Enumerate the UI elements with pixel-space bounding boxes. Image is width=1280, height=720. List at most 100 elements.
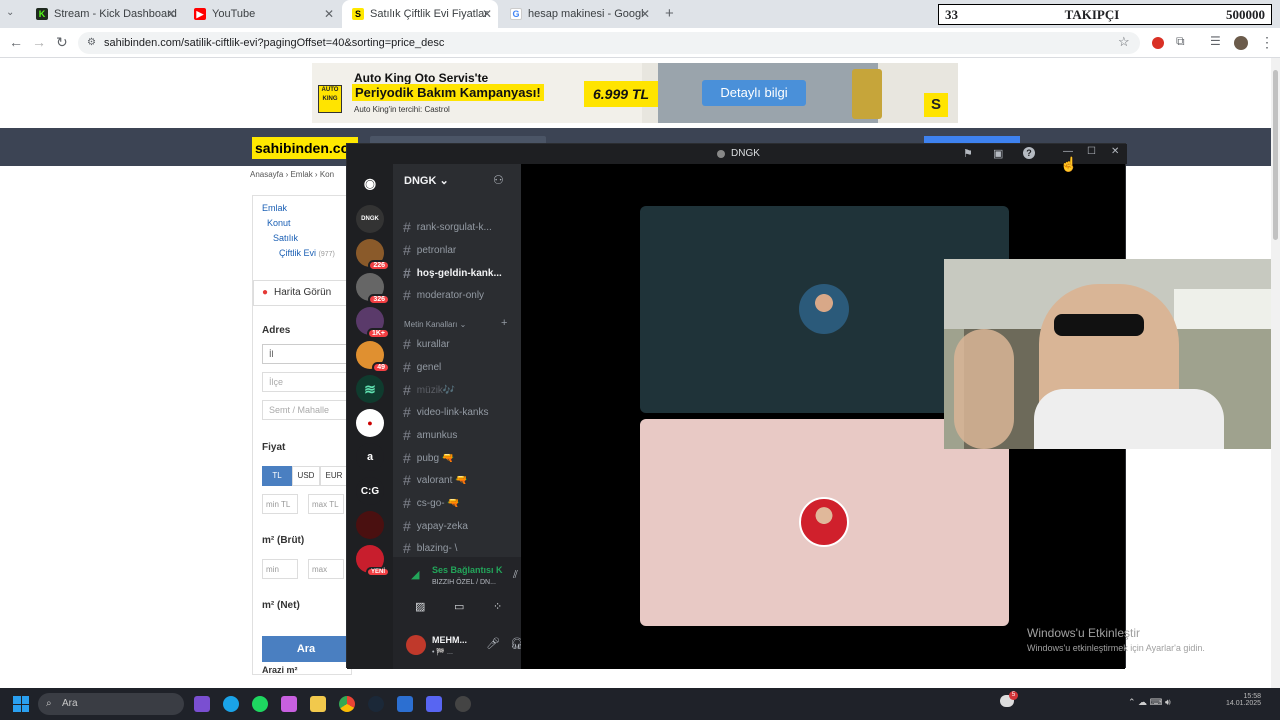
menu-kebab-icon[interactable]: ⋮ — [1260, 34, 1274, 51]
spotify-icon[interactable] — [252, 696, 268, 712]
app-icon[interactable] — [281, 696, 297, 712]
participant-tile[interactable] — [640, 419, 1009, 626]
channel-item[interactable]: # valorant 🔫 — [403, 472, 468, 488]
currency-eur[interactable]: EUR — [320, 466, 348, 486]
server-cg[interactable]: C:G — [356, 477, 384, 505]
add-member-icon[interactable]: ⚇ — [493, 173, 504, 187]
app-icon[interactable] — [397, 696, 413, 712]
clock[interactable]: 15:58 14.01.2025 — [1226, 693, 1261, 707]
category-emlak[interactable]: Emlak — [262, 203, 287, 213]
taskbar-search[interactable]: ⌕ Ara — [38, 693, 184, 715]
channel-item[interactable]: # petronlar — [403, 242, 456, 258]
category-text-channels[interactable]: Metin Kanalları ⌄ — [404, 320, 466, 329]
close-icon[interactable]: ✕ — [166, 7, 176, 21]
channel-item[interactable]: # amunkus — [403, 427, 457, 443]
profile-avatar[interactable] — [1234, 36, 1248, 50]
screen-share-icon[interactable]: ▭ — [454, 600, 464, 613]
channel-item[interactable]: # cs-go- 🔫 — [403, 495, 460, 511]
neighborhood-select[interactable]: Semt / Mahalle — [262, 400, 350, 420]
server-dngk[interactable]: DNGK — [356, 205, 384, 233]
help-icon[interactable]: ? — [1023, 147, 1035, 159]
close-window-icon[interactable]: ✕ — [1111, 146, 1119, 157]
server-10[interactable] — [356, 511, 384, 539]
server-7[interactable]: ● — [356, 409, 384, 437]
maximize-icon[interactable]: ☐ — [1087, 146, 1096, 157]
category-konut[interactable]: Konut — [267, 218, 291, 228]
channel-item[interactable]: # moderator-only — [403, 287, 484, 303]
category-ciftlik-evi[interactable]: Çiftlik Evi (977) — [279, 248, 335, 258]
category-satilik[interactable]: Satılık — [273, 233, 298, 243]
province-select[interactable]: İl — [262, 344, 350, 364]
voice-channel-name[interactable]: BIZZIH ÖZEL / DN... — [432, 579, 496, 586]
windows-start-icon[interactable] — [13, 696, 29, 712]
new-tab-icon[interactable]: + — [665, 5, 674, 22]
tab-kick[interactable]: K Stream - Kick Dashboard ✕ — [26, 0, 182, 28]
server-5[interactable]: 49 — [356, 341, 390, 373]
scrollbar-thumb[interactable] — [1273, 70, 1278, 240]
file-explorer-icon[interactable] — [310, 696, 326, 712]
search-button[interactable]: Ara — [262, 636, 350, 662]
page-scrollbar[interactable] — [1271, 58, 1280, 688]
tab-google[interactable]: G hesap makinesi - Google'da Ar ✕ — [500, 0, 656, 28]
edge-icon[interactable] — [223, 696, 239, 712]
ad-cta-button[interactable]: Detaylı bilgi — [702, 80, 806, 106]
sahibinden-logo[interactable]: sahibinden.com — [252, 137, 362, 159]
app-icon[interactable] — [194, 696, 210, 712]
chrome-icon[interactable] — [339, 696, 355, 712]
discord-home-icon[interactable]: ◉ — [356, 169, 384, 197]
url-bar[interactable]: ⚙ sahibinden.com/satilik-ciftlik-evi?pag… — [78, 32, 1140, 54]
currency-tl[interactable]: TL — [262, 466, 292, 486]
channel-item-active[interactable]: # hoş-geldin-kank... — [403, 265, 502, 281]
inbox-flag-icon[interactable]: ⚑ — [963, 147, 973, 160]
currency-usd[interactable]: USD — [292, 466, 320, 486]
close-icon[interactable]: ✕ — [482, 7, 492, 21]
channel-item[interactable]: # blazing- \ — [403, 540, 457, 556]
breadcrumb-emlak[interactable]: Emlak — [290, 170, 312, 179]
voice-status[interactable]: Ses Bağlantısı K — [432, 565, 503, 575]
min-gross-input[interactable]: min — [262, 559, 298, 579]
channel-item[interactable]: # genel — [403, 359, 441, 375]
district-select[interactable]: İlçe — [262, 372, 350, 392]
activities-icon[interactable]: ⁘ — [493, 600, 502, 613]
extensions-puzzle-icon[interactable]: ⧉ — [1176, 34, 1185, 49]
ad-banner[interactable]: AUTO KING Auto King Oto Servis'te Periyod… — [312, 63, 958, 123]
server-3[interactable]: 326 — [356, 273, 390, 305]
noise-suppression-icon[interactable]: ⫽ — [513, 569, 518, 582]
max-price-input[interactable]: max TL — [308, 494, 344, 514]
camera-off-icon[interactable]: ▨ — [415, 600, 425, 613]
min-price-input[interactable]: min TL — [262, 494, 298, 514]
server-a[interactable]: a — [356, 443, 384, 471]
channel-item[interactable]: # kurallar — [403, 336, 450, 352]
forward-icon[interactable]: → — [32, 34, 46, 50]
app-icon[interactable] — [455, 696, 471, 712]
site-info-icon[interactable]: ⚙ — [87, 32, 96, 54]
channel-item[interactable]: # yapay-zeka — [403, 518, 468, 534]
breadcrumb-home[interactable]: Anasayfa — [250, 170, 283, 179]
back-icon[interactable]: ← — [9, 34, 23, 50]
channel-item[interactable]: # pubg 🔫 — [403, 450, 454, 466]
map-view-button[interactable]: ● Harita Görün — [253, 280, 353, 306]
tray-icons[interactable]: ⌃ ☁ ⌨ 🔊︎ — [1128, 697, 1171, 708]
steam-icon[interactable] — [368, 696, 384, 712]
breadcrumb-konut[interactable]: Kon — [320, 170, 334, 179]
tab-youtube[interactable]: ▶ YouTube ✕ — [184, 0, 340, 28]
server-2[interactable]: 226 — [356, 239, 390, 271]
reading-list-icon[interactable]: ☰ — [1210, 34, 1221, 48]
discord-taskbar-icon[interactable] — [426, 696, 442, 712]
channel-item-muted[interactable]: # müzik🎶 — [403, 382, 455, 398]
extension-icon[interactable] — [1152, 37, 1164, 49]
inbox-tray-icon[interactable]: ▣ — [993, 147, 1003, 160]
bookmark-star-icon[interactable]: ☆ — [1118, 34, 1130, 50]
server-4[interactable]: 1K+ — [356, 307, 390, 339]
user-name[interactable]: MEHM... — [432, 635, 467, 645]
server-6[interactable]: ≋ — [356, 375, 384, 403]
close-icon[interactable]: ✕ — [324, 7, 334, 21]
server-11[interactable]: YENİ — [356, 545, 390, 577]
server-name-header[interactable]: DNGK ⌄ — [404, 174, 449, 187]
signal-icon[interactable]: ◢ — [411, 568, 419, 581]
channel-item[interactable]: # video-link-kanks — [403, 404, 489, 420]
tab-sahibinden[interactable]: S Satılık Çiftlik Evi Fiyatları sahibin … — [342, 0, 498, 28]
max-gross-input[interactable]: max — [308, 559, 344, 579]
user-avatar[interactable] — [406, 635, 426, 655]
close-icon[interactable]: ✕ — [640, 7, 650, 21]
